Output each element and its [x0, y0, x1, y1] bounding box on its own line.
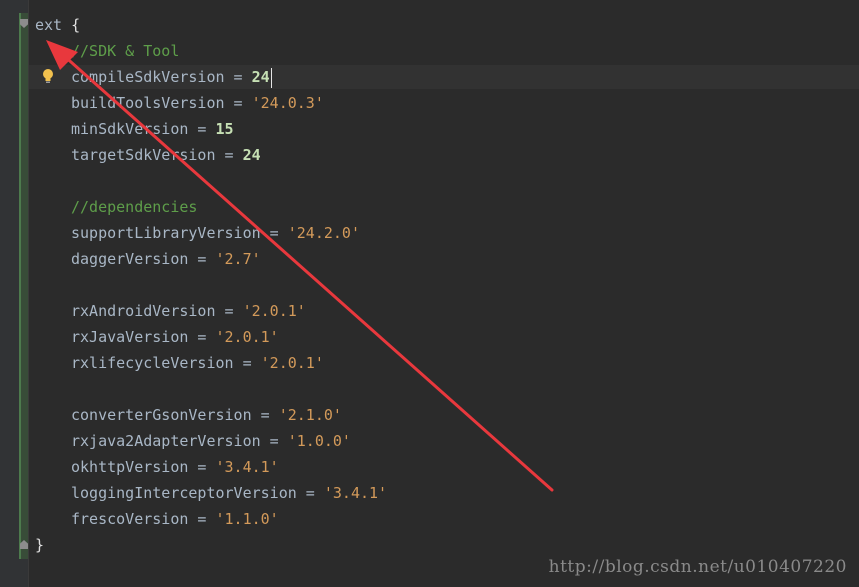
- code-line[interactable]: rxjava2AdapterVersion = '1.0.0': [35, 428, 859, 454]
- code-token-ident: rxjava2AdapterVersion: [71, 432, 261, 450]
- code-line[interactable]: compileSdkVersion = 24: [35, 64, 859, 90]
- code-token-str: '2.7': [215, 250, 261, 268]
- code-editor[interactable]: ext {//SDK & Tool compileSdkVersion = 24 b…: [0, 0, 859, 587]
- code-token-brace: {: [71, 16, 81, 34]
- code-token-str: '3.4.1': [323, 484, 388, 502]
- code-token-op: =: [188, 458, 216, 476]
- code-token-str: '2.1.0': [278, 406, 342, 424]
- code-token-ident: buildToolsVersion: [71, 94, 225, 112]
- code-token-ident: rxJavaVersion: [71, 328, 189, 346]
- code-token-ident: rxlifecycleVersion: [71, 354, 234, 372]
- code-token-op: =: [188, 328, 216, 346]
- code-token-ident: rxAndroidVersion: [71, 302, 216, 320]
- code-token-ident: compileSdkVersion: [71, 68, 225, 86]
- code-token-str: '24.0.3': [251, 94, 324, 112]
- code-line[interactable]: //SDK & Tool: [35, 38, 859, 64]
- code-line[interactable]: buildToolsVersion = '24.0.3': [35, 90, 859, 116]
- code-line[interactable]: [35, 376, 859, 402]
- code-line[interactable]: //dependencies: [35, 194, 859, 220]
- code-line[interactable]: ext {: [35, 12, 859, 38]
- code-token-str: '2.0.1': [260, 354, 324, 372]
- code-line[interactable]: rxJavaVersion = '2.0.1': [35, 324, 859, 350]
- code-token-str: '24.2.0': [287, 224, 360, 242]
- code-token-op: =: [233, 354, 261, 372]
- code-line[interactable]: minSdkVersion = 15: [35, 116, 859, 142]
- code-token-ident: supportLibraryVersion: [71, 224, 261, 242]
- text-caret: [270, 67, 272, 88]
- code-token-comment: //SDK & Tool: [71, 42, 180, 60]
- code-token-str: '2.0.1': [242, 302, 306, 320]
- code-line[interactable]: okhttpVersion = '3.4.1': [35, 454, 859, 480]
- code-token-op: =: [215, 302, 243, 320]
- code-line[interactable]: frescoVersion = '1.1.0': [35, 506, 859, 532]
- code-token-str: '2.0.1': [215, 328, 279, 346]
- code-token-op: =: [215, 146, 243, 164]
- code-token-num: 15: [215, 120, 234, 138]
- code-token-op: =: [296, 484, 324, 502]
- code-line[interactable]: supportLibraryVersion = '24.2.0': [35, 220, 859, 246]
- vcs-change-marker[interactable]: [19, 13, 28, 559]
- code-token-op: =: [251, 406, 279, 424]
- code-token-op: =: [188, 510, 216, 528]
- code-token-op: =: [260, 432, 288, 450]
- code-line[interactable]: daggerVersion = '2.7': [35, 246, 859, 272]
- code-token-str: '1.0.0': [287, 432, 351, 450]
- code-token-ident: daggerVersion: [71, 250, 189, 268]
- code-line[interactable]: loggingInterceptorVersion = '3.4.1': [35, 480, 859, 506]
- code-token-op: =: [260, 224, 288, 242]
- code-token-num: 24: [251, 68, 270, 86]
- code-token-ident: minSdkVersion: [71, 120, 189, 138]
- code-token-ident: converterGsonVersion: [71, 406, 252, 424]
- code-line[interactable]: rxAndroidVersion = '2.0.1': [35, 298, 859, 324]
- code-token-op: =: [188, 120, 216, 138]
- code-text-area[interactable]: ext {//SDK & Tool compileSdkVersion = 24 b…: [35, 12, 859, 558]
- code-line[interactable]: converterGsonVersion = '2.1.0': [35, 402, 859, 428]
- code-token-brace: }: [35, 536, 45, 554]
- code-token-ident: loggingInterceptorVersion: [71, 484, 297, 502]
- code-line[interactable]: [35, 272, 859, 298]
- code-line[interactable]: rxlifecycleVersion = '2.0.1': [35, 350, 859, 376]
- code-token-ident: targetSdkVersion: [71, 146, 216, 164]
- code-line[interactable]: }: [35, 532, 859, 558]
- code-token-op: =: [188, 250, 216, 268]
- code-token-comment: //dependencies: [71, 198, 198, 216]
- code-line[interactable]: targetSdkVersion = 24: [35, 142, 859, 168]
- code-token-ident: ext: [35, 16, 72, 34]
- code-token-str: '3.4.1': [215, 458, 279, 476]
- code-line[interactable]: [35, 168, 859, 194]
- code-token-ident: frescoVersion: [71, 510, 189, 528]
- code-token-op: =: [224, 68, 252, 86]
- watermark-text: http://blog.csdn.net/u010407220: [548, 557, 847, 577]
- code-token-num: 24: [242, 146, 261, 164]
- code-token-ident: okhttpVersion: [71, 458, 189, 476]
- code-token-str: '1.1.0': [215, 510, 279, 528]
- code-token-op: =: [224, 94, 252, 112]
